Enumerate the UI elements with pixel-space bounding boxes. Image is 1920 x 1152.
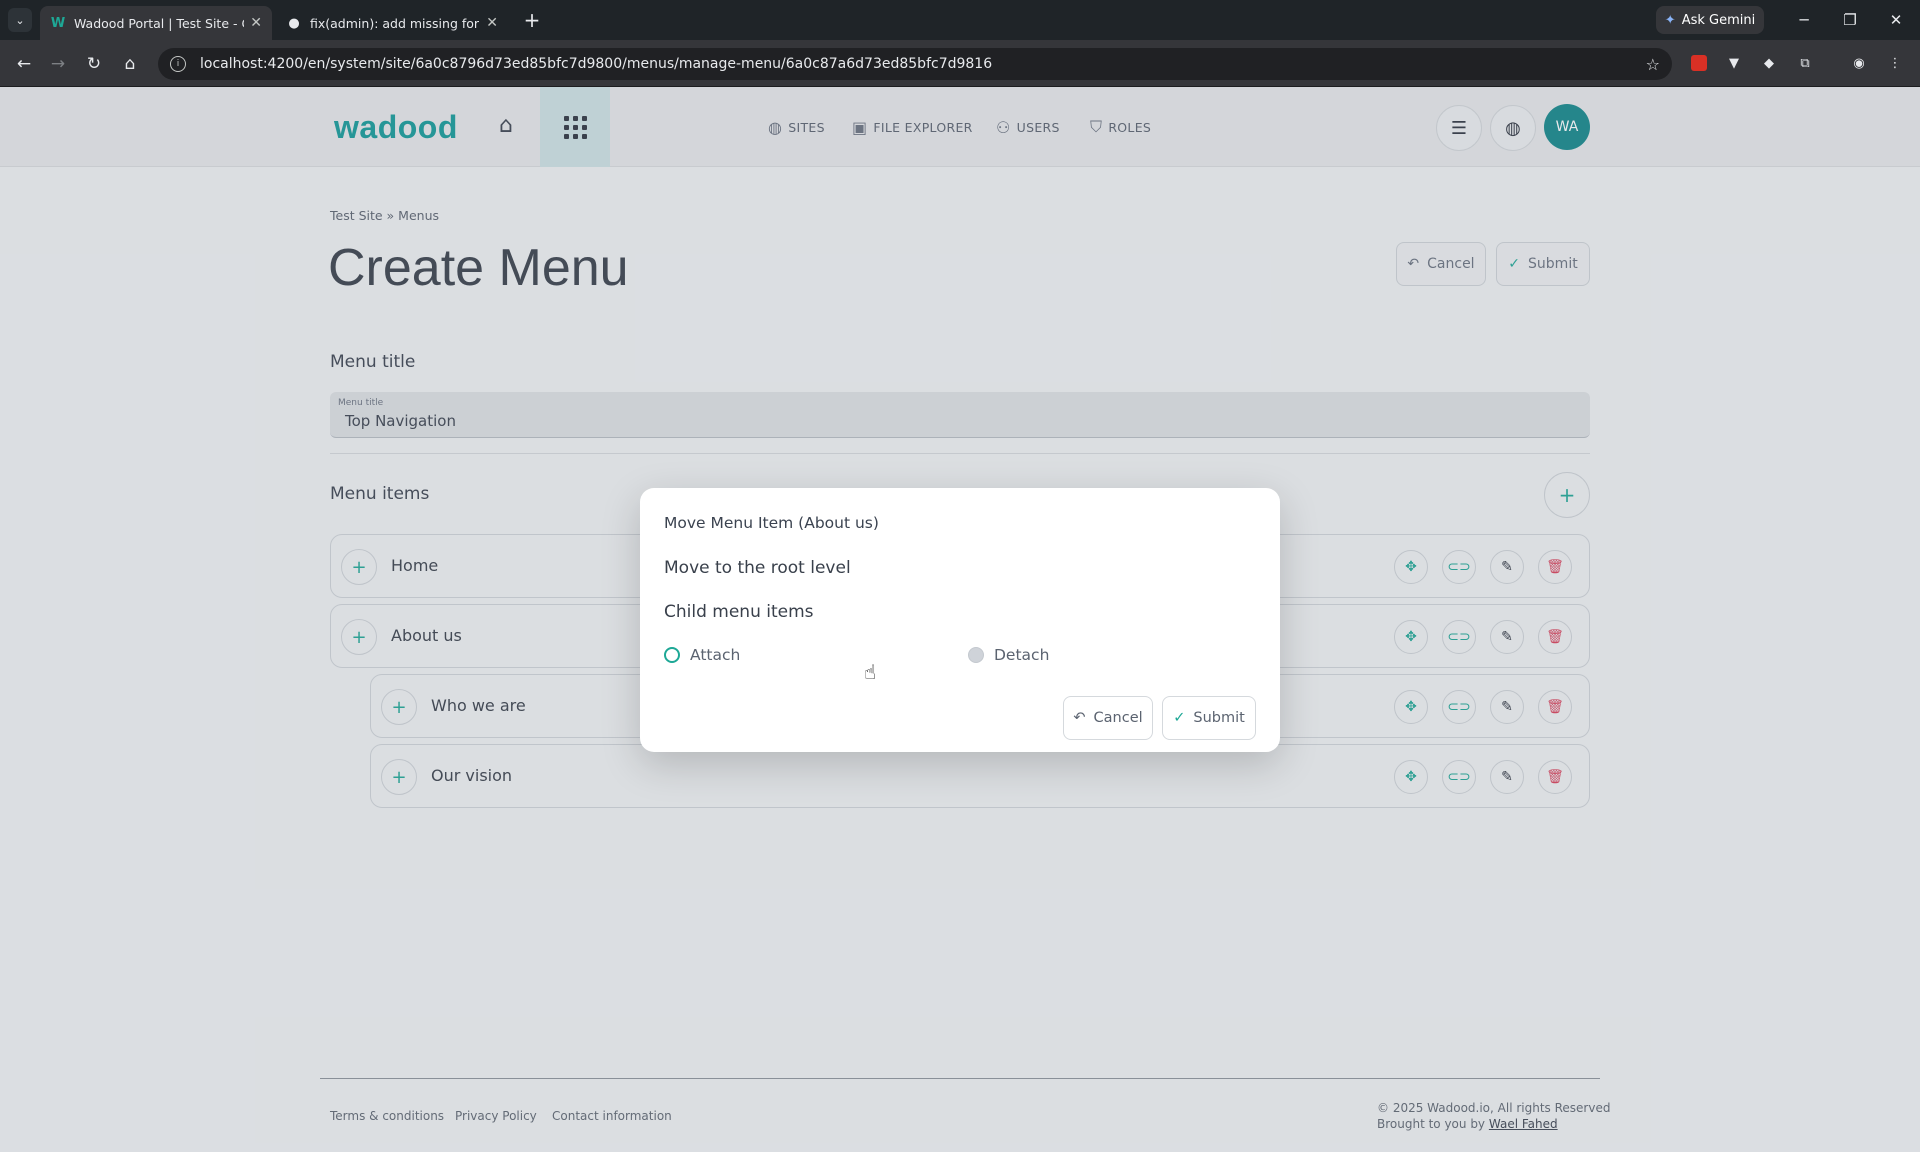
dialog-submit-button[interactable]: ✓ Submit [1162,696,1256,740]
undo-icon: ↶ [1073,710,1086,726]
extension-red-icon[interactable] [1688,52,1710,74]
browser-tab-bar: ⌄ W Wadood Portal | Test Site - Crea ✕ ●… [0,0,1920,40]
forward-button[interactable]: → [44,50,72,78]
browser-menu-icon[interactable]: ⋮ [1884,52,1906,74]
ask-gemini-button[interactable]: ✦ Ask Gemini [1656,6,1764,34]
restore-window-button[interactable]: ❐ [1838,8,1862,32]
extensions-puzzle-icon[interactable]: ⧉ [1794,52,1816,74]
extension-v-icon[interactable]: ▼ [1723,52,1745,74]
browser-tab-active[interactable]: W Wadood Portal | Test Site - Crea ✕ [40,6,272,40]
site-info-icon[interactable]: i [170,56,186,72]
detach-label: Detach [994,646,1050,664]
profile-icon[interactable]: ◉ [1848,52,1870,74]
bookmark-star-icon[interactable]: ☆ [1646,55,1660,74]
dialog-submit-label: Submit [1193,710,1245,726]
radio-unchecked-icon [664,647,680,663]
tab-title: fix(admin): add missing form.va [310,15,480,31]
tab-title: Wadood Portal | Test Site - Crea [74,15,244,31]
attach-radio[interactable]: Attach [664,646,740,664]
close-tab-icon[interactable]: ✕ [486,15,498,31]
child-menu-items-label: Child menu items [664,602,814,622]
dialog-cancel-button[interactable]: ↶ Cancel [1063,696,1153,740]
reload-button[interactable]: ↻ [80,50,108,78]
tab-search-button[interactable]: ⌄ [8,8,32,32]
check-icon: ✓ [1173,710,1186,726]
browser-tab-github[interactable]: ● fix(admin): add missing form.va ✕ [276,6,508,40]
wadood-favicon-icon: W [50,15,66,31]
radio-checked-icon [968,647,984,663]
dialog-title: Move Menu Item (About us) [664,514,879,532]
attach-label: Attach [690,646,741,664]
gemini-sparkle-icon: ✦ [1664,12,1676,28]
browser-toolbar: ← → ↻ ⌂ i localhost:4200/en/system/site/… [0,40,1920,87]
hand-cursor-icon: ☝ [864,660,877,684]
ask-gemini-label: Ask Gemini [1681,12,1756,28]
back-button[interactable]: ← [10,50,38,78]
address-bar[interactable]: i localhost:4200/en/system/site/6a0c8796… [158,48,1672,80]
home-button[interactable]: ⌂ [116,50,144,78]
move-to-root-label: Move to the root level [664,558,851,578]
minimize-window-button[interactable]: ─ [1792,8,1816,32]
github-favicon-icon: ● [288,15,300,31]
dialog-cancel-label: Cancel [1093,710,1143,726]
new-tab-button[interactable]: + [520,8,544,32]
close-window-button[interactable]: ✕ [1884,8,1908,32]
close-tab-icon[interactable]: ✕ [250,15,262,31]
url-text: localhost:4200/en/system/site/6a0c8796d7… [200,56,993,72]
detach-radio[interactable]: Detach [968,646,1049,664]
move-menu-item-dialog: Move Menu Item (About us) Move to the ro… [640,488,1280,752]
extension-tag-icon[interactable]: ◆ [1758,52,1780,74]
